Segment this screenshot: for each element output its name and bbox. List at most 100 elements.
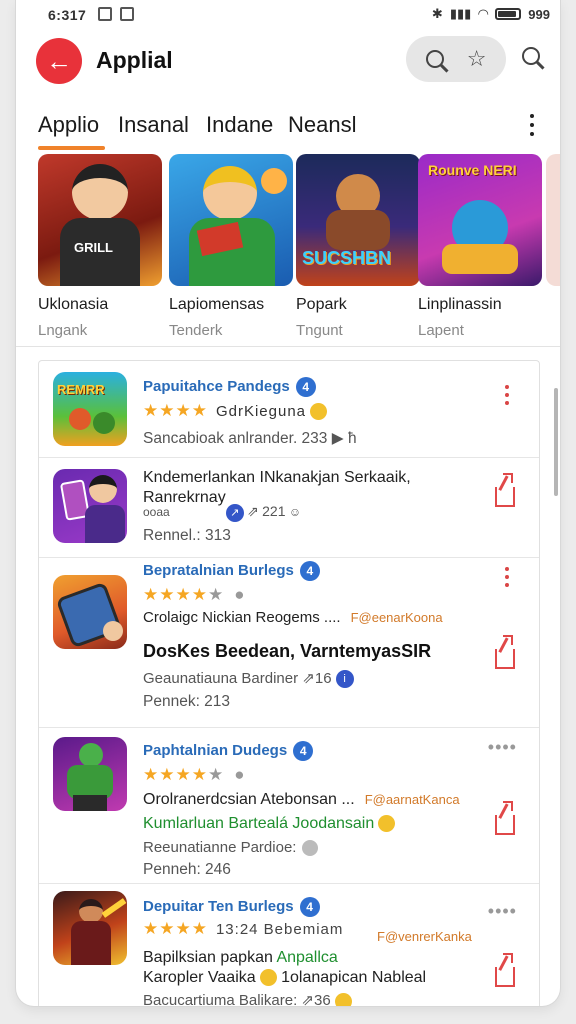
app-icon: REMRR [53,372,127,446]
app-title: Bepratalnian Burlegs 4 [143,561,320,581]
wifi-icon: ◠ [478,6,489,21]
status-time: 6:317 [48,7,87,23]
tab-insanal[interactable]: Insanal [118,112,189,138]
card-title: Uklonasia [38,296,109,313]
pin-icon: ⇗ [247,503,259,519]
info-icon: i [335,670,354,689]
thumbnail-art-text: Rounve NERI [428,162,517,178]
list-item[interactable]: Depuitar Ten Burlegs 4 ★★★★ 13:24 Bebemiam… [39,883,539,1006]
tab-indane[interactable]: Indane [206,112,273,138]
more-horiz-icon[interactable]: •••• [488,737,517,758]
coin-icon: ● [234,765,246,784]
card-title: Linplinassin [418,296,502,313]
bluetooth-icon: ✱ [431,6,443,21]
app-icon [53,737,127,811]
app-meta: Reeunatianne Pardioe: [143,839,319,857]
emoji-icon [378,815,396,833]
card-title: Popark [296,296,347,313]
status-right: ✱ ▮▮▮ ◠ 999 [432,6,550,22]
carousel-card[interactable]: GRILL Uklonasia Lngank [38,154,162,339]
app-subtitle: Karopler Vaaika 1olanapican Nableal [143,969,427,987]
app-title: Papuitahce Pandegs 4 [143,377,316,397]
app-subtitle: Kumlarluan Bartealá Joodansain [143,815,396,833]
smile-icon: ☺ [288,505,302,519]
pin-icon: ⇗ [302,670,315,687]
thumbnail-art-text: SUCSHBN [302,248,392,268]
app-meta: Sancabioak anlrander. 233 ▶ ħ [143,430,357,447]
list-item[interactable]: Bepratalnian Burlegs 4 ★★★★★ ● Crolaigc Ni… [39,557,539,728]
app-downloads: Penneh: 246 [143,861,231,878]
signal-icon: ▮▮▮ [449,6,472,21]
app-meta: Bacucartiuma Balikare: ⇗36 [143,991,352,1006]
app-icon [53,469,127,543]
app-meta: Geaunatiauna Bardiner ⇗16 i [143,669,354,689]
rating-badge: 4 [299,897,320,917]
app-list: REMRR Papuitahce Pandegs 4 ★★★★ GdrKieguna… [38,360,540,1006]
game-thumbnail [169,154,293,286]
rating-badge: 4 [299,561,320,581]
app-title-long: Kndemerlankan INkanakjan Serkaaik, [143,469,411,486]
tab-neansl[interactable]: Neansl [288,112,356,138]
app-title: Depuitar Ten Burlegs 4 [143,897,320,917]
notification-icon [98,7,112,21]
status-notification-icons [98,7,134,21]
back-button[interactable]: ← [36,38,82,84]
pin-icon: ⇗ [301,992,314,1006]
share-circle-icon: ↗ [225,503,244,522]
search-button-icon[interactable] [522,47,540,65]
more-vert-icon[interactable] [505,567,509,591]
rating-badge: 4 [293,741,314,761]
emoji-icon [259,969,277,987]
list-item[interactable]: Kndemerlankan INkanakjan Serkaaik, Ranre… [39,457,539,558]
app-description: Crolaigc Nickian Reogems .... F@eenarKoon… [143,609,443,626]
carousel-card[interactable]: SUCSHBN Popark Tngunt [296,154,420,339]
rating-badge: 4 [295,377,316,397]
card-subtitle: Tngunt [296,322,343,339]
game-thumbnail: Rounve NERI [418,154,542,286]
image-icon [120,7,134,21]
share-icon[interactable] [495,953,515,987]
emoji-icon [310,403,328,421]
search-icon[interactable] [425,50,444,68]
carousel-card[interactable]: Rounve NERI Linplinassin Lapent [418,154,542,339]
share-icon[interactable] [495,801,515,835]
page-title: Applial [96,47,173,73]
star-icon[interactable]: ☆ [467,46,487,72]
tab-applio[interactable]: Applio [38,112,106,150]
app-icon [53,575,127,649]
card-subtitle: Lapent [418,322,464,339]
star-rating: ★★★★ GdrKieguna [143,401,328,421]
more-horiz-icon[interactable]: •••• [488,901,517,922]
more-vert-icon[interactable] [505,385,509,409]
emoji-icon [334,992,352,1006]
share-icon[interactable] [495,473,515,507]
tab-bar: Applio Insanal Indane Neansl [16,104,560,150]
card-subtitle: Tenderk [169,322,223,339]
scrollbar[interactable] [554,388,558,496]
app-downloads: Pennek: 213 [143,693,231,710]
app-icon [53,891,127,965]
game-thumbnail: GRILL [38,154,162,286]
carousel-card[interactable]: Lapiomensas Tenderk [169,154,293,339]
star-rating: ★★★★ 13:24 Bebemiam [143,919,344,938]
app-meta: ooaa ↗ ⇗ 221 ☺ [143,503,301,522]
carousel-next-card-peek [546,154,560,286]
action-pill: ☆ [406,36,506,82]
list-item[interactable]: REMRR Papuitahce Pandegs 4 ★★★★ GdrKieguna… [39,361,539,458]
play-icon: ▶ [331,430,344,447]
game-thumbnail: SUCSHBN [296,154,420,286]
battery-icon [495,8,522,20]
icon-art-text: REMRR [57,382,105,397]
status-bar: 6:317 ✱ ▮▮▮ ◠ 999 [16,0,560,32]
coin-icon: ● [234,585,246,604]
info-circle-icon [302,840,319,857]
app-title: Paphtalnian Dudegs 4 [143,741,314,761]
more-vert-icon[interactable] [530,114,534,136]
share-icon[interactable] [495,635,515,669]
list-item[interactable]: Paphtalnian Dudegs 4 ★★★★★ ● Orolranerdcsi… [39,727,539,884]
app-downloads: Rennel.: 313 [143,527,231,544]
app-description: Orolranerdcsian Atebonsan ... F@aarnatKan… [143,791,460,808]
star-rating: ★★★★★ ● [143,765,246,784]
thumbnail-art-text: GRILL [74,240,113,255]
phone-screen: 6:317 ✱ ▮▮▮ ◠ 999 ← Applial ☆ Applio Ins… [16,0,560,1006]
